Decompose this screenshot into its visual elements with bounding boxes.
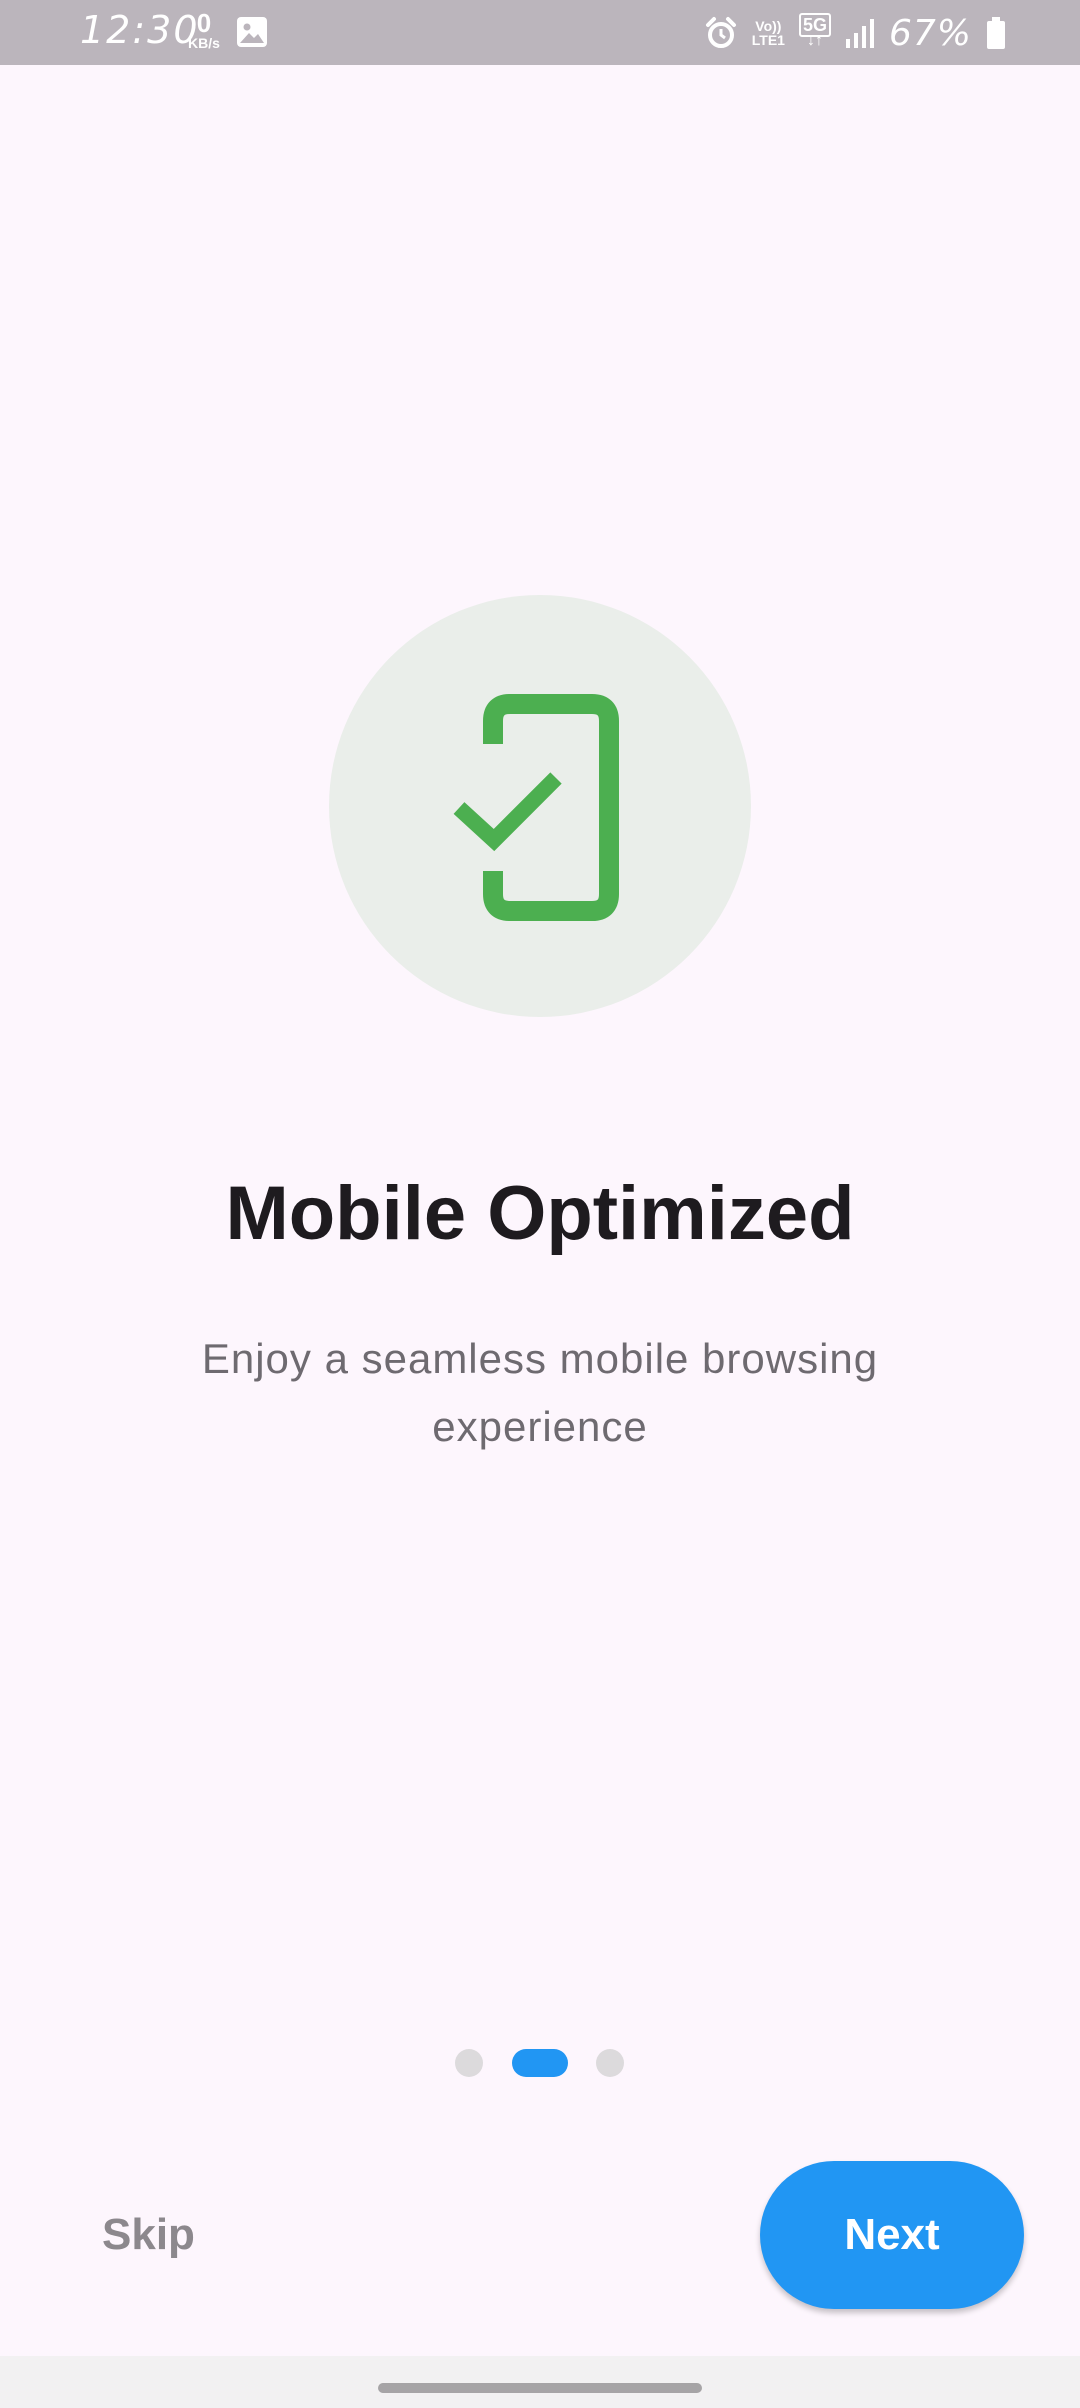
data-arrows-icon: ↓↑ bbox=[806, 32, 823, 49]
alarm-icon bbox=[705, 17, 736, 48]
onboarding-title: Mobile Optimized bbox=[225, 1171, 855, 1256]
status-bar: 12:30 0 KB/s Vo)) LTE1 5G ↓↑ 67% bbox=[0, 0, 1080, 65]
navigation-bar bbox=[0, 2356, 1080, 2408]
page-indicator bbox=[0, 2049, 1080, 2077]
gallery-icon bbox=[237, 17, 267, 47]
signal-icon bbox=[845, 19, 874, 48]
battery-percentage: 67% bbox=[888, 12, 972, 54]
status-time: 12:30 bbox=[80, 8, 200, 52]
next-button[interactable]: Next bbox=[760, 2161, 1024, 2309]
battery-icon bbox=[987, 17, 1005, 49]
page-dot-2-active[interactable] bbox=[512, 2049, 568, 2077]
volte-icon: Vo)) LTE1 bbox=[752, 19, 785, 47]
onboarding-screen: 12:30 0 KB/s Vo)) LTE1 5G ↓↑ 67% Mobile … bbox=[0, 0, 1080, 2408]
5g-data-icon: 5G ↓↑ bbox=[798, 13, 831, 49]
status-icons: Vo)) LTE1 5G ↓↑ 67% bbox=[704, 10, 1006, 56]
network-speed-value: 0 bbox=[196, 8, 212, 38]
skip-button[interactable]: Skip bbox=[60, 2200, 230, 2270]
page-dot-1[interactable] bbox=[455, 2049, 483, 2077]
illustration-circle bbox=[329, 595, 751, 1017]
home-indicator[interactable] bbox=[378, 2383, 702, 2393]
mobile-check-icon bbox=[453, 694, 619, 921]
page-dot-3[interactable] bbox=[596, 2049, 624, 2077]
lte-label: LTE1 bbox=[751, 32, 785, 48]
onboarding-description: Enjoy a seamless mobile browsing experie… bbox=[201, 1335, 879, 1450]
network-speed-unit: KB/s bbox=[188, 35, 220, 51]
network-speed: 0 KB/s bbox=[184, 10, 224, 50]
